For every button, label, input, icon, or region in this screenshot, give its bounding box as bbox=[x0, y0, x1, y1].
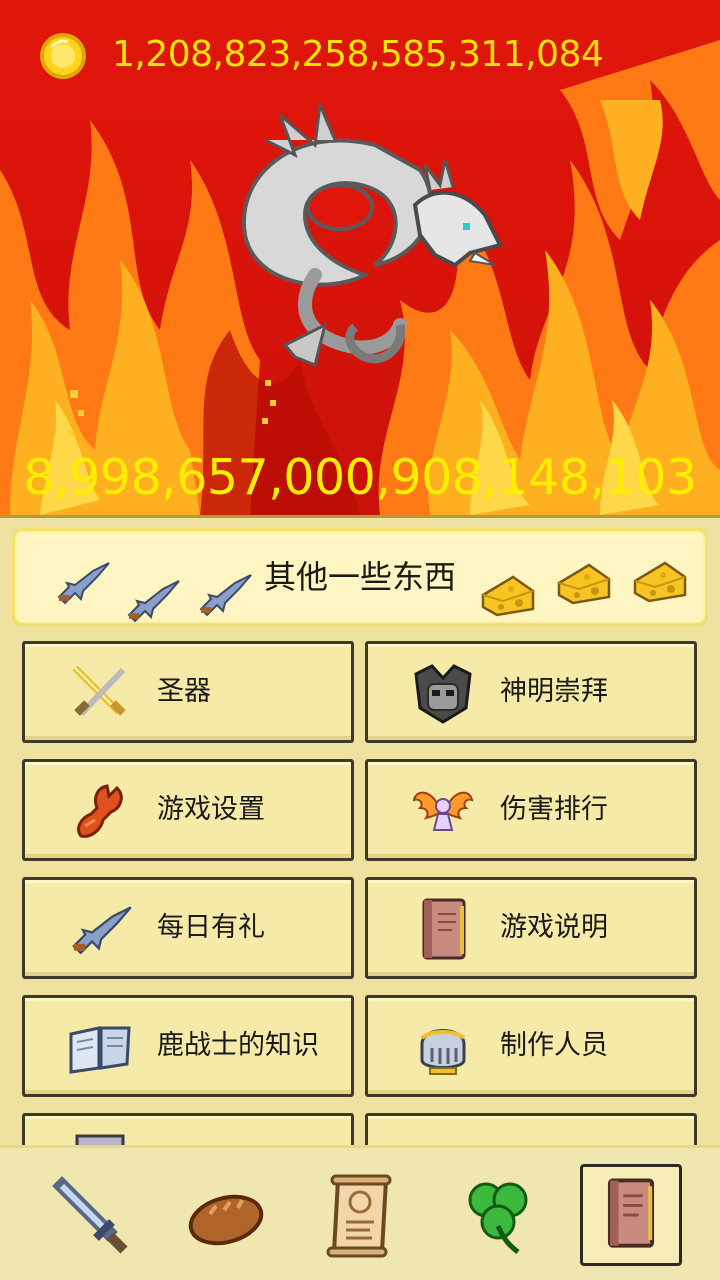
nav-tab-book-active[interactable] bbox=[580, 1164, 682, 1266]
panel-header: 其他一些东西 bbox=[12, 528, 708, 626]
battle-scene[interactable]: 1,208,823,258,585,311,084 8,998,657,000,… bbox=[0, 0, 720, 515]
menu-panel: 其他一些东西 圣器 神明崇拜 游戏设置 伤害排行 每日有礼 游戏说明 鹿战士的知… bbox=[0, 515, 720, 1145]
menu-button-partial-left[interactable] bbox=[22, 1113, 354, 1145]
winged-angel-icon bbox=[412, 791, 474, 831]
nav-tab-clover[interactable] bbox=[448, 1166, 548, 1266]
armored-god-icon bbox=[414, 664, 472, 724]
menu-button-label: 每日有礼 bbox=[157, 912, 265, 943]
sword-icon bbox=[52, 1176, 128, 1254]
item-icon bbox=[410, 1130, 476, 1145]
scroll-icon bbox=[326, 1174, 392, 1258]
menu-button-god-worship[interactable]: 神明崇拜 bbox=[365, 641, 697, 743]
bottom-nav bbox=[0, 1145, 720, 1280]
menu-button-label: 制作人员 bbox=[500, 1030, 608, 1061]
knight-helmet-icon bbox=[420, 1029, 466, 1075]
nav-tab-bread[interactable] bbox=[176, 1166, 276, 1266]
crossed-swords-icon bbox=[72, 665, 126, 717]
menu-button-label: 游戏设置 bbox=[157, 794, 265, 825]
cheese-icon bbox=[633, 561, 687, 603]
lobster-claw-icon bbox=[77, 784, 123, 838]
gold-display bbox=[38, 30, 88, 82]
clover-icon bbox=[468, 1182, 528, 1254]
open-book-icon bbox=[69, 1026, 131, 1074]
menu-button-relics[interactable]: 圣器 bbox=[22, 641, 354, 743]
menu-button-credits[interactable]: 制作人员 bbox=[365, 995, 697, 1097]
menu-button-damage-ranking[interactable]: 伤害排行 bbox=[365, 759, 697, 861]
nav-tab-sword[interactable] bbox=[40, 1166, 140, 1266]
silver-dragon-icon[interactable] bbox=[225, 95, 515, 385]
boss-hp: 8,998,657,000,908,148,103 bbox=[23, 449, 697, 506]
gold-coin-icon bbox=[40, 33, 86, 79]
menu-button-partial-right[interactable] bbox=[365, 1113, 697, 1145]
menu-button-settings[interactable]: 游戏设置 bbox=[22, 759, 354, 861]
chest-icon bbox=[75, 1134, 125, 1145]
book-icon bbox=[422, 898, 466, 960]
menu-button-label: 神明崇拜 bbox=[500, 676, 608, 707]
cheese-icon bbox=[481, 575, 535, 617]
menu-button-deer-warrior-knowledge[interactable]: 鹿战士的知识 bbox=[22, 995, 354, 1097]
cheese-icon bbox=[557, 563, 611, 605]
menu-button-label: 伤害排行 bbox=[500, 794, 608, 825]
swordfish-icon bbox=[72, 906, 132, 955]
bread-icon bbox=[188, 1194, 264, 1246]
book-icon bbox=[607, 1178, 655, 1248]
menu-button-label: 游戏说明 bbox=[500, 912, 608, 943]
gold-amount: 1,208,823,258,585,311,084 bbox=[112, 34, 604, 75]
menu-button-label: 鹿战士的知识 bbox=[157, 1030, 319, 1061]
menu-button-label: 圣器 bbox=[157, 676, 211, 707]
nav-tab-scroll[interactable] bbox=[312, 1166, 412, 1266]
menu-button-game-guide[interactable]: 游戏说明 bbox=[365, 877, 697, 979]
menu-button-daily-gift[interactable]: 每日有礼 bbox=[22, 877, 354, 979]
